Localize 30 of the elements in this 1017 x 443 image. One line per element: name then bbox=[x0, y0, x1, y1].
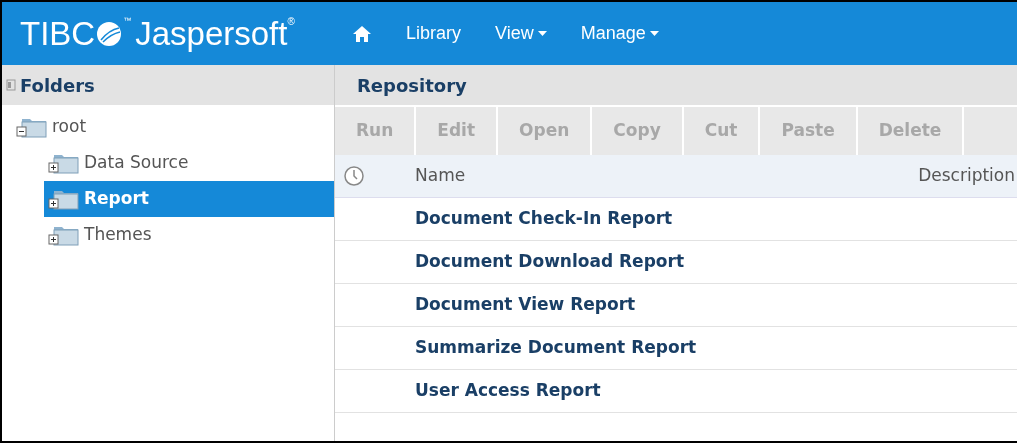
folder-icon bbox=[16, 116, 48, 138]
logo-text: Jaspersoft bbox=[135, 17, 288, 50]
tree-item[interactable]: Themes bbox=[44, 217, 334, 253]
logo-text: TIBC bbox=[20, 17, 96, 50]
report-link[interactable]: Document Check-In Report bbox=[415, 206, 673, 232]
report-link[interactable]: Document View Report bbox=[415, 292, 636, 318]
report-link[interactable]: Document Download Report bbox=[415, 249, 684, 275]
logo-swirl-icon bbox=[95, 20, 124, 48]
clock-icon bbox=[343, 165, 365, 187]
home-icon[interactable] bbox=[352, 24, 372, 43]
folder-icon bbox=[48, 188, 80, 210]
tree-item[interactable]: Data Source bbox=[44, 145, 334, 181]
panel-title: Folders bbox=[20, 73, 95, 98]
trademark-mark: ™ bbox=[123, 17, 132, 25]
nav-menu[interactable]: Library bbox=[406, 20, 462, 47]
tree-item[interactable]: Report bbox=[44, 181, 334, 217]
folder-icon bbox=[48, 152, 80, 174]
registered-mark: ® bbox=[287, 17, 295, 27]
panel-toggle-icon[interactable] bbox=[6, 79, 16, 91]
folder-icon bbox=[48, 224, 80, 246]
report-link[interactable]: User Access Report bbox=[415, 378, 601, 404]
nav-menu[interactable]: Manage bbox=[580, 20, 659, 47]
column-header: Description bbox=[918, 164, 1016, 188]
panel-title: Repository bbox=[357, 73, 467, 98]
report-link[interactable]: Summarize Document Report bbox=[415, 335, 697, 361]
caret-icon bbox=[649, 31, 659, 36]
nav-menu[interactable]: View bbox=[495, 20, 547, 47]
column-header: Name bbox=[415, 164, 467, 188]
caret-icon bbox=[537, 31, 547, 36]
tree-item[interactable]: root bbox=[12, 109, 334, 145]
